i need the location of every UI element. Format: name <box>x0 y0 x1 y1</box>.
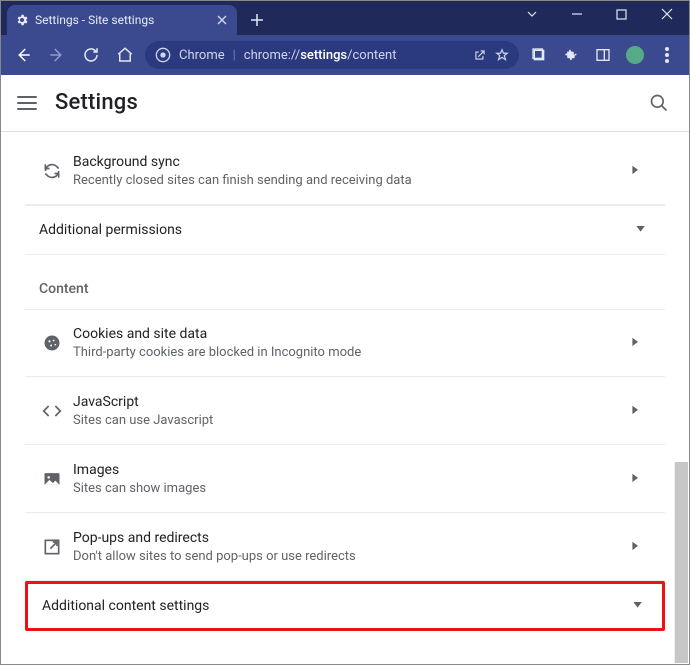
row-subtitle: Don't allow sites to send pop-ups or use… <box>73 548 623 566</box>
sync-icon <box>31 161 73 181</box>
row-popups[interactable]: Pop-ups and redirects Don't allow sites … <box>25 513 665 581</box>
chevron-down-icon <box>632 602 644 610</box>
section-label-content: Content <box>25 255 665 309</box>
row-subtitle: Sites can use Javascript <box>73 412 623 430</box>
close-tab-button[interactable] <box>215 13 229 27</box>
row-title: Pop-ups and redirects <box>73 528 623 548</box>
menu-button[interactable] <box>17 96 37 110</box>
row-subtitle: Sites can show images <box>73 480 623 498</box>
site-label: Chrome <box>179 48 225 63</box>
expander-label: Additional content settings <box>42 598 209 614</box>
window-titlebar: Settings - Site settings <box>1 1 689 35</box>
chevron-right-icon <box>623 165 647 177</box>
new-tab-button[interactable] <box>243 6 271 34</box>
expander-label: Additional permissions <box>39 222 182 238</box>
page-title: Settings <box>55 90 138 115</box>
nav-reload-button[interactable] <box>77 41 105 69</box>
row-title: JavaScript <box>73 392 623 412</box>
profile-avatar-icon[interactable] <box>621 41 649 69</box>
chevron-down-icon[interactable] <box>509 1 554 27</box>
nav-forward-button[interactable] <box>43 41 71 69</box>
row-javascript[interactable]: JavaScript Sites can use Javascript <box>25 377 665 445</box>
nav-back-button[interactable] <box>9 41 37 69</box>
chevron-right-icon <box>623 337 647 349</box>
window-maximize-button[interactable] <box>599 1 644 27</box>
popup-icon <box>31 537 73 557</box>
row-title: Images <box>73 460 623 480</box>
tab-title: Settings - Site settings <box>35 13 154 27</box>
window-close-button[interactable] <box>644 1 689 27</box>
row-title: Background sync <box>73 152 623 172</box>
chevron-right-icon <box>623 473 647 485</box>
bookmark-star-icon[interactable] <box>495 48 509 62</box>
settings-header: Settings <box>1 75 689 131</box>
browser-menu-button[interactable] <box>653 41 681 69</box>
extensions-puzzle-icon[interactable] <box>557 41 585 69</box>
nav-home-button[interactable] <box>111 41 139 69</box>
window-minimize-button[interactable] <box>554 1 599 27</box>
chevron-right-icon <box>623 405 647 417</box>
search-button[interactable] <box>645 89 673 117</box>
settings-scroll-area: Background sync Recently closed sites ca… <box>2 132 688 663</box>
row-title: Cookies and site data <box>73 324 623 344</box>
url-text: chrome://settings/content <box>244 48 465 63</box>
share-icon[interactable] <box>473 48 487 62</box>
gear-icon <box>15 13 29 27</box>
address-bar[interactable]: Chrome | chrome://settings/content <box>145 41 519 69</box>
browser-toolbar: Chrome | chrome://settings/content <box>1 35 689 75</box>
chevron-down-icon <box>635 226 647 234</box>
row-subtitle: Third-party cookies are blocked in Incog… <box>73 344 623 362</box>
browser-tab[interactable]: Settings - Site settings <box>7 5 237 35</box>
side-panel-icon[interactable] <box>589 41 617 69</box>
row-subtitle: Recently closed sites can finish sending… <box>73 172 623 190</box>
cookie-icon <box>31 333 73 353</box>
image-icon <box>31 469 73 489</box>
expander-additional-content-settings[interactable]: Additional content settings <box>25 581 665 631</box>
row-cookies[interactable]: Cookies and site data Third-party cookie… <box>25 309 665 377</box>
row-images[interactable]: Images Sites can show images <box>25 445 665 513</box>
tab-overview-icon[interactable] <box>525 41 553 69</box>
chevron-right-icon <box>623 541 647 553</box>
expander-additional-permissions[interactable]: Additional permissions <box>25 205 665 255</box>
chrome-site-icon <box>155 47 171 63</box>
code-icon <box>31 401 73 421</box>
scrollbar[interactable] <box>674 462 688 663</box>
row-background-sync[interactable]: Background sync Recently closed sites ca… <box>25 138 665 205</box>
window-controls <box>509 1 689 27</box>
